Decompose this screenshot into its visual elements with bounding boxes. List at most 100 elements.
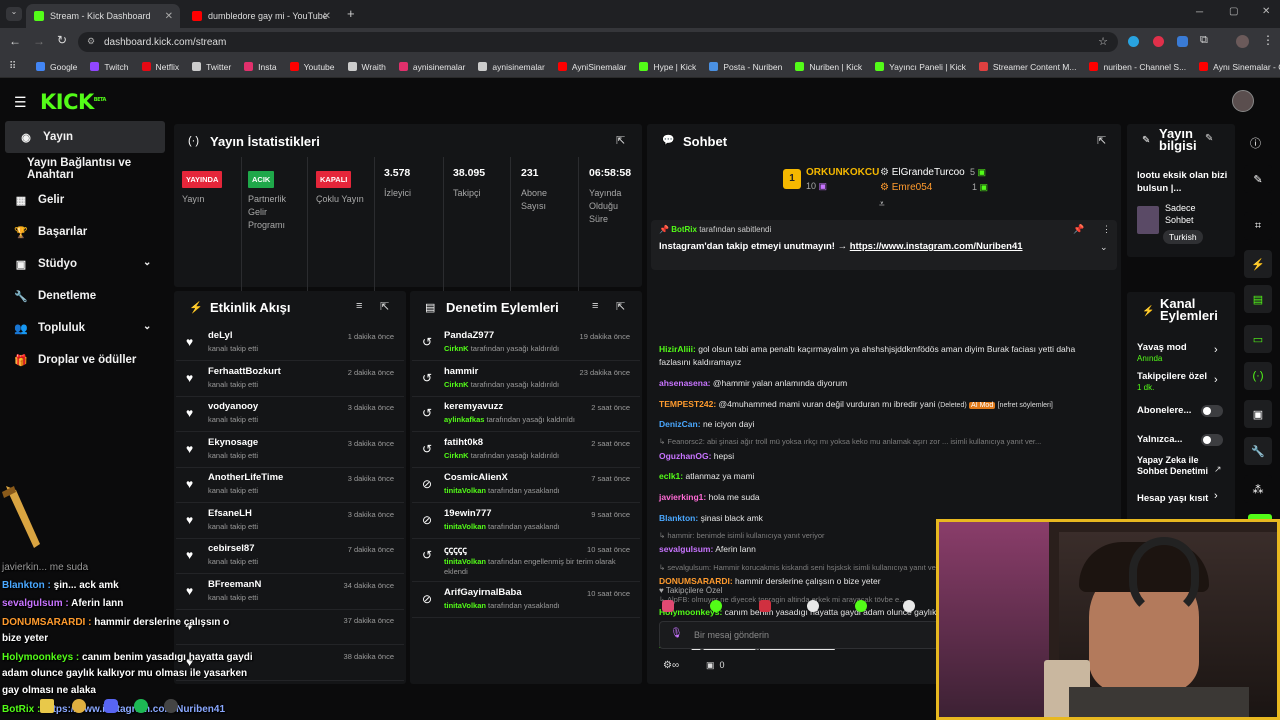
emote-icon[interactable] [855, 600, 867, 612]
back-icon[interactable]: ← [9, 34, 21, 48]
site-info-icon[interactable]: ⚙ [87, 36, 95, 47]
activity-user[interactable]: AnotherLifeTime [208, 472, 283, 483]
forward-icon[interactable]: → [33, 34, 45, 48]
box-rail-icon[interactable]: ▣ [1244, 400, 1272, 428]
tab-search-button[interactable]: ⌄ [6, 7, 22, 21]
list-item[interactable]: ♥ Ekynosage kanalı takip etti 3 dakika ö… [176, 434, 404, 468]
moderated-user[interactable]: 19ewin777 [444, 508, 492, 519]
emote-icon[interactable] [662, 600, 674, 612]
chat-username[interactable]: HizirAliii: [659, 344, 696, 354]
bookmark[interactable]: Hype | Kick [639, 62, 696, 72]
bookmark[interactable]: Streamer Content M... [978, 62, 1076, 72]
chat-username[interactable]: eclk1: [659, 471, 683, 481]
list-item[interactable]: ↺ PandaZ977 CirknK tarafından yasağı kal… [412, 327, 640, 361]
kick-logo[interactable]: KICKBETA [40, 90, 106, 114]
edit-icon[interactable]: ✎ [1205, 133, 1213, 144]
bookmark[interactable]: Netflix [141, 62, 179, 72]
list-item[interactable]: ♥ cebirsel87 kanalı takip etti 7 dakika … [176, 540, 404, 574]
list-item[interactable]: ⊘ 19ewin777 tinitaVolkan tarafından yasa… [412, 505, 640, 539]
filter-icon[interactable]: ≡ [592, 300, 598, 312]
chat-message[interactable]: Blankton: şinasi black amk [659, 512, 763, 525]
leader-name[interactable]: ORKUNKOKCU [806, 167, 879, 178]
hamburger-menu-icon[interactable]: ☰ [14, 94, 27, 111]
sidebar-item-stream-key[interactable]: Yayın Bağlantısı ve Anahtarı [0, 153, 170, 185]
action-account-age[interactable]: Hesap yaşı kısıt [1137, 493, 1208, 504]
chrome-icon[interactable] [72, 699, 86, 713]
moderated-user[interactable]: hammir [444, 366, 478, 377]
popout-icon[interactable]: ⇱ [616, 300, 625, 313]
activity-user[interactable]: EfsaneLH [208, 508, 252, 519]
chat-username[interactable]: TEMPEST242: [659, 399, 716, 409]
moderated-user[interactable]: ꞔꞔꞔꞔꞔ [444, 543, 467, 556]
chat-message[interactable]: javierking1: hola me suda [659, 491, 760, 504]
bolt-rail-icon[interactable]: ⚡ [1244, 250, 1272, 278]
list-item[interactable]: ↺ keremyavuzz aylinkafkas tarafından yas… [412, 398, 640, 432]
chat-username[interactable]: DenizCan: [659, 419, 701, 429]
apps-grid-icon[interactable]: ⠿ [9, 61, 16, 72]
bookmark-star-icon[interactable]: ☆ [1098, 35, 1108, 48]
filter-icon[interactable]: ≡ [356, 300, 362, 312]
chevron-right-icon[interactable]: › [1214, 374, 1218, 386]
profile-avatar-icon[interactable] [1236, 35, 1249, 48]
list-item[interactable]: ♥ FerhaattBozkurt kanalı takip etti 2 da… [176, 363, 404, 397]
list-item[interactable]: ♥ EfsaneLH kanalı takip etti 3 dakika ön… [176, 505, 404, 539]
popout-icon[interactable]: ⇱ [1097, 134, 1106, 147]
crop-icon[interactable]: ⌗ [1244, 212, 1272, 240]
spotify-icon[interactable] [134, 699, 148, 713]
bookmark[interactable]: Posta - Nuriben [709, 62, 782, 72]
bookmark[interactable]: Youtube [289, 62, 335, 72]
extensions-puzzle-icon[interactable]: ⧉ [1200, 34, 1208, 47]
bookmark[interactable]: aynisinemalar [478, 62, 545, 72]
moderated-user[interactable]: ArifGayirnalBaba [444, 587, 522, 598]
browser-menu-icon[interactable]: ⋮ [1262, 33, 1274, 47]
apps-rail-icon[interactable]: ⁂ [1244, 475, 1272, 503]
moderated-user[interactable]: fatiht0k8 [444, 437, 483, 448]
action-ai-moderation[interactable]: Yapay Zeka ile Sohbet Denetimi [1137, 455, 1211, 477]
new-tab-icon[interactable]: + [347, 6, 355, 21]
bookmark[interactable]: Insta [244, 62, 277, 72]
sidebar-item-yayin[interactable]: ◉ Yayın [5, 121, 165, 153]
collapse-leaderboard-icon[interactable]: ⩡ [879, 199, 885, 210]
list-item[interactable]: ↺ ꞔꞔꞔꞔꞔ tinitaVolkan tarafından engellen… [412, 540, 640, 582]
chat-rail-icon[interactable]: ▭ [1244, 325, 1272, 353]
popout-icon[interactable]: ⇱ [616, 134, 625, 147]
activity-user[interactable]: BFreemanN [208, 579, 261, 590]
broadcast-rail-icon[interactable]: (·) [1244, 362, 1272, 390]
chevron-right-icon[interactable]: › [1214, 490, 1218, 502]
chat-username[interactable]: OguzhanOG: [659, 451, 711, 461]
sidebar-item-studyo[interactable]: ▣ Stüdyo ⌄ [0, 248, 170, 280]
bookmark[interactable]: nuriben - Channel S... [1089, 62, 1186, 72]
bookmark[interactable]: Aynı Sinemalar - Ça... [1199, 62, 1280, 72]
external-link-icon[interactable]: ↗ [1214, 464, 1222, 475]
wrench-rail-icon[interactable]: 🔧 [1244, 437, 1272, 465]
bookmark[interactable]: Nuriben | Kick [795, 62, 862, 72]
moderated-user[interactable]: keremyavuzz [444, 401, 503, 412]
moderated-user[interactable]: PandaZ977 [444, 330, 494, 341]
chat-message[interactable]: eclk1: atlanmaz ya mami [659, 470, 754, 483]
chat-username[interactable]: Blankton: [659, 513, 698, 523]
address-bar[interactable]: ⚙ dashboard.kick.com/stream ☆ [78, 32, 1118, 52]
chat-message[interactable]: DenizCan: ne iciyon dayi [659, 418, 754, 431]
extension-icon[interactable] [1128, 36, 1139, 47]
activity-user[interactable]: Ekynosage [208, 437, 258, 448]
gift-counter[interactable]: ▣ 0 [706, 660, 725, 671]
emote-icon[interactable] [807, 600, 819, 612]
subs-only-toggle[interactable] [1201, 405, 1223, 417]
bookmark[interactable]: Twitter [192, 62, 231, 72]
extension-icon[interactable] [1177, 36, 1188, 47]
settings-icon[interactable]: ⚙∞ [663, 660, 679, 671]
sidebar-item-droplar[interactable]: 🎁 Droplar ve ödüller [0, 344, 170, 376]
list-item[interactable]: ↺ fatiht0k8 CirknK tarafından yasağı kal… [412, 434, 640, 468]
emote-icon[interactable] [759, 600, 771, 612]
activity-user[interactable]: vodyanooy [208, 401, 258, 412]
action-slow-mode[interactable]: Yavaş mod [1137, 342, 1187, 353]
activity-user[interactable]: cebirsel87 [208, 543, 254, 554]
list-item[interactable]: ♥ vodyanooy kanalı takip etti 3 dakika ö… [176, 398, 404, 432]
list-item[interactable]: ♥ deLyl kanalı takip etti 1 dakika önce [176, 327, 404, 361]
tab-kick-dashboard[interactable]: Stream - Kick Dashboard ✕ [26, 4, 180, 28]
list-item[interactable]: ⊘ CosmicAlienX tinitaVolkan tarafından y… [412, 469, 640, 503]
sidebar-item-denetleme[interactable]: 🔧 Denetleme [0, 280, 170, 312]
user-avatar[interactable] [1232, 90, 1254, 112]
chat-message[interactable]: sevalgulsum: Aferin lann [659, 543, 756, 556]
chat-message[interactable]: TEMPEST242: @4muhammed mami vuran değil … [659, 398, 1053, 412]
